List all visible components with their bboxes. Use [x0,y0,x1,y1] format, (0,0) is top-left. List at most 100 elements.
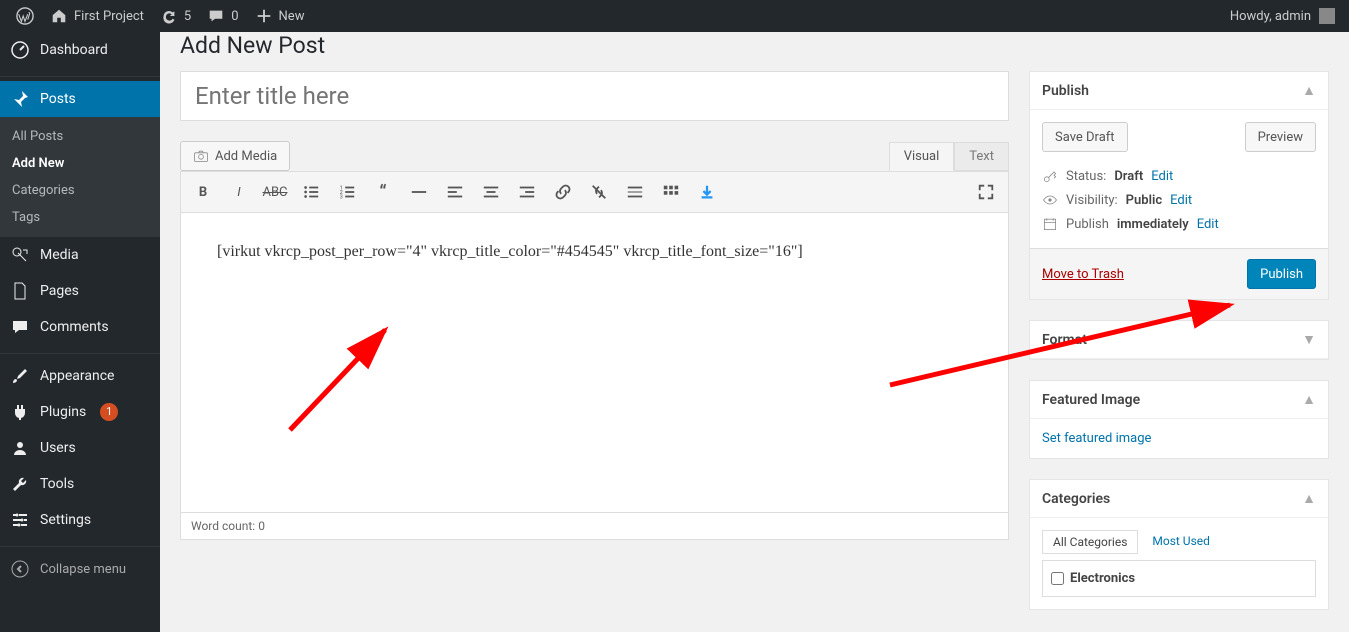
calendar-icon [1042,216,1058,232]
submenu-all-posts[interactable]: All Posts [0,123,160,150]
visibility-label: Visibility: [1066,193,1118,208]
unlink-button[interactable] [585,178,613,206]
comments[interactable]: 0 [199,0,246,32]
site-name[interactable]: First Project [42,0,152,32]
more-button[interactable] [621,178,649,206]
submenu-tags[interactable]: Tags [0,204,160,231]
publish-date-edit-link[interactable]: Edit [1197,217,1219,232]
menu-label: Media [40,247,79,263]
strike-button[interactable]: ABC [261,178,289,206]
preview-button[interactable]: Preview [1245,122,1316,152]
triangle-up-icon: ▲ [1302,391,1316,408]
admin-sidebar: Dashboard Posts All Posts Add New Catego… [0,32,160,632]
editor-status-bar: Word count: 0 [180,513,1009,540]
comments-count: 0 [231,9,238,24]
menu-label: Posts [40,91,76,107]
publish-button[interactable]: Publish [1247,259,1316,289]
triangle-up-icon: ▲ [1302,82,1316,99]
featured-image-panel-header[interactable]: Featured Image ▲ [1030,381,1328,419]
add-media-button[interactable]: Add Media [180,141,290,171]
categories-tab-all[interactable]: All Categories [1042,530,1138,554]
panel-title: Format [1042,332,1087,348]
bullet-list-button[interactable] [297,178,325,206]
move-to-trash-link[interactable]: Move to Trash [1042,267,1124,282]
triangle-up-icon: ▲ [1302,490,1316,507]
visibility-edit-link[interactable]: Edit [1170,193,1192,208]
tab-visual[interactable]: Visual [889,142,955,171]
align-left-button[interactable] [441,178,469,206]
menu-appearance[interactable]: Appearance [0,358,160,394]
menu-label: Users [40,440,76,456]
menu-dashboard[interactable]: Dashboard [0,32,160,68]
comments-icon [10,317,30,337]
word-count-label: Word count: [191,519,255,533]
submenu-add-new[interactable]: Add New [0,150,160,177]
panel-title: Featured Image [1042,392,1140,408]
italic-button[interactable]: I [225,178,253,206]
comment-icon [207,7,225,25]
download-button[interactable] [693,178,721,206]
plus-icon [255,7,273,25]
set-featured-image-link[interactable]: Set featured image [1042,431,1151,446]
menu-plugins[interactable]: Plugins 1 [0,394,160,430]
collapse-icon [10,559,30,579]
bold-button[interactable]: B [189,178,217,206]
category-item[interactable]: Electronics [1051,569,1307,588]
link-button[interactable] [549,178,577,206]
submenu-categories[interactable]: Categories [0,177,160,204]
new-content[interactable]: New [247,0,313,32]
triangle-down-icon: ▼ [1302,331,1316,348]
updates[interactable]: 5 [152,0,199,32]
plugin-icon [10,402,30,422]
menu-comments[interactable]: Comments [0,309,160,345]
post-content-editor[interactable]: [virkut vkrcp_post_per_row="4" vkrcp_tit… [180,213,1009,513]
save-draft-button[interactable]: Save Draft [1042,122,1128,152]
avatar[interactable] [1319,8,1335,24]
page-icon [10,281,30,301]
align-center-button[interactable] [477,178,505,206]
key-icon [1042,168,1058,184]
menu-label: Plugins [40,404,86,420]
align-right-button[interactable] [513,178,541,206]
wp-logo[interactable] [8,0,42,32]
collapse-label: Collapse menu [40,562,126,577]
visibility-value: Public [1126,193,1162,208]
menu-users[interactable]: Users [0,430,160,466]
wordpress-icon [16,7,34,25]
hr-button[interactable] [405,178,433,206]
categories-panel-header[interactable]: Categories ▲ [1030,480,1328,518]
menu-label: Settings [40,512,91,528]
status-value: Draft [1114,169,1143,184]
main-content: Add New Post Add Media Visual Text B I [160,32,1349,632]
featured-image-panel: Featured Image ▲ Set featured image [1029,380,1329,459]
categories-tab-most-used[interactable]: Most Used [1142,530,1220,554]
post-title-input[interactable] [180,71,1009,121]
word-count: 0 [258,519,265,533]
greeting[interactable]: Howdy, admin [1230,9,1311,24]
category-checkbox[interactable] [1051,572,1064,585]
format-panel-header[interactable]: Format ▼ [1030,321,1328,359]
menu-posts[interactable]: Posts [0,81,160,117]
status-edit-link[interactable]: Edit [1151,169,1173,184]
status-label: Status: [1066,169,1106,184]
toolbar-toggle-button[interactable] [657,178,685,206]
publish-panel-header[interactable]: Publish ▲ [1030,72,1328,110]
tab-text[interactable]: Text [954,142,1009,171]
menu-media[interactable]: Media [0,237,160,273]
number-list-button[interactable]: 123 [333,178,361,206]
category-label: Electronics [1070,571,1135,586]
panel-title: Publish [1042,83,1089,99]
menu-pages[interactable]: Pages [0,273,160,309]
menu-label: Dashboard [40,42,108,58]
quote-button[interactable]: “ [369,178,397,206]
menu-label: Tools [40,476,74,492]
media-icon [10,245,30,265]
menu-settings[interactable]: Settings [0,502,160,538]
menu-tools[interactable]: Tools [0,466,160,502]
format-panel: Format ▼ [1029,320,1329,360]
pin-icon [10,89,30,109]
admin-bar: First Project 5 0 New Howdy, admin [0,0,1349,32]
collapse-menu[interactable]: Collapse menu [0,551,160,587]
fullscreen-button[interactable] [972,178,1000,206]
dashboard-icon [10,40,30,60]
